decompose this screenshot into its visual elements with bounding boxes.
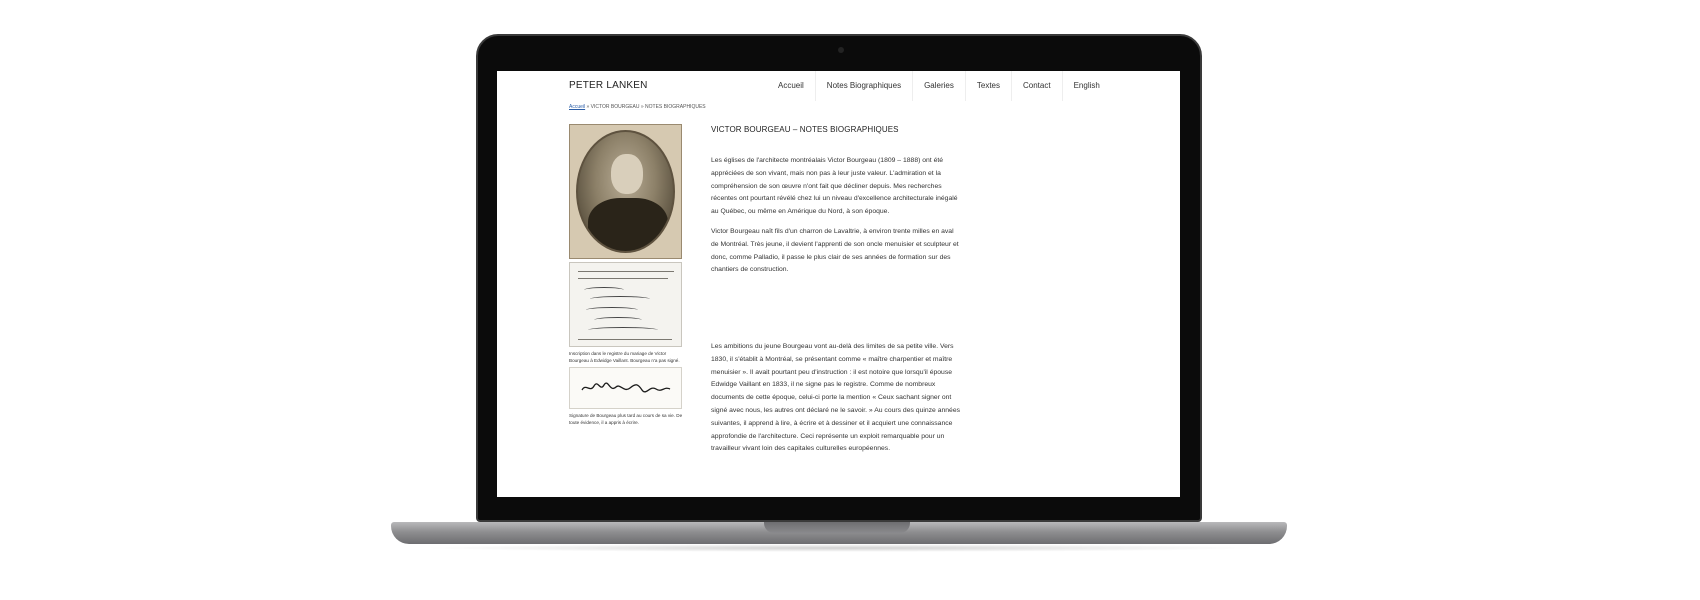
laptop-base [391,522,1287,544]
marriage-register-image [569,262,682,347]
browser-viewport: PETER LANKEN Accueil Notes Biographiques… [497,71,1180,497]
paragraph-2: Victor Bourgeau naît fils d'un charron d… [711,228,959,274]
marriage-register-caption: Inscription dans le registre du mariage … [569,351,680,363]
paragraph-3: Les ambitions du jeune Bourgeau vont au-… [711,343,960,453]
laptop-lid: PETER LANKEN Accueil Notes Biographiques… [476,34,1202,522]
portrait-figure-body [588,198,668,251]
nav-item-notes-biographiques[interactable]: Notes Biographiques [814,71,912,101]
nav-item-contact[interactable]: Contact [1011,71,1062,101]
portrait-oval [576,130,675,253]
page-title: VICTOR BOURGEAU – NOTES BIOGRAPHIQUES [711,125,899,134]
breadcrumb: Accueil » VICTOR BOURGEAU » NOTES BIOGRA… [569,104,706,110]
nav-item-galeries[interactable]: Galeries [912,71,965,101]
signature-image [569,367,682,409]
nav-item-accueil[interactable]: Accueil [767,71,815,101]
camera-icon [838,47,844,53]
main-nav: Accueil Notes Biographiques Galeries Tex… [767,71,1111,101]
paragraph-1: Les églises de l'architecte montréalais … [711,157,958,216]
nav-item-textes[interactable]: Textes [964,71,1011,101]
laptop-shadow [420,544,1260,552]
portrait-figure-head [611,154,643,194]
breadcrumb-home-link[interactable]: Accueil [569,104,585,110]
signature-caption: Signature de Bourgeau plus tard au cours… [569,413,683,425]
nav-item-english[interactable]: English [1061,71,1111,101]
site-title[interactable]: PETER LANKEN [569,80,648,91]
breadcrumb-trail: » VICTOR BOURGEAU » NOTES BIOGRAPHIQUES [585,104,706,110]
laptop-notch [764,522,910,533]
portrait-image [569,124,682,259]
signature-scrawl [581,382,671,393]
